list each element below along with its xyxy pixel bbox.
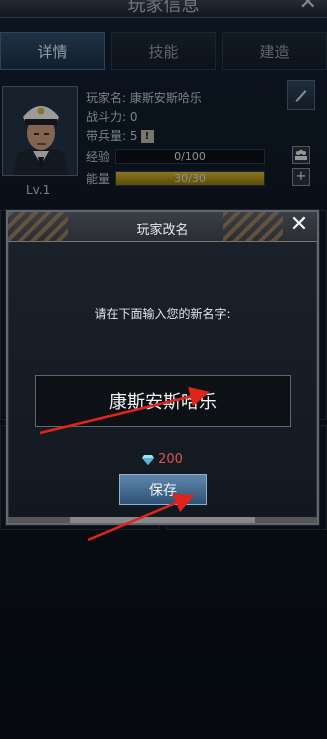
save-button[interactable]: 保存 <box>119 474 207 505</box>
rename-dialog: 玩家改名 ✕ 请在下面输入您的新名字: 200 保存 <box>6 210 319 525</box>
dialog-header: 玩家改名 ✕ <box>8 212 317 242</box>
new-name-input[interactable] <box>35 375 291 427</box>
rename-prompt: 请在下面输入您的新名字: <box>94 307 231 321</box>
player-info-screen: 玩家信息 ✕ 详情 技能 建造 Lv.1 玩家名: 康斯安斯哈乐 战斗力: 0 … <box>0 0 327 739</box>
dialog-title: 玩家改名 <box>136 223 189 238</box>
cost-value: 200 <box>158 452 183 467</box>
dialog-close-icon[interactable]: ✕ <box>287 214 311 238</box>
dialog-bottom-trim <box>8 517 317 523</box>
rename-cost: 200 <box>8 452 317 467</box>
diamond-icon <box>142 454 155 465</box>
